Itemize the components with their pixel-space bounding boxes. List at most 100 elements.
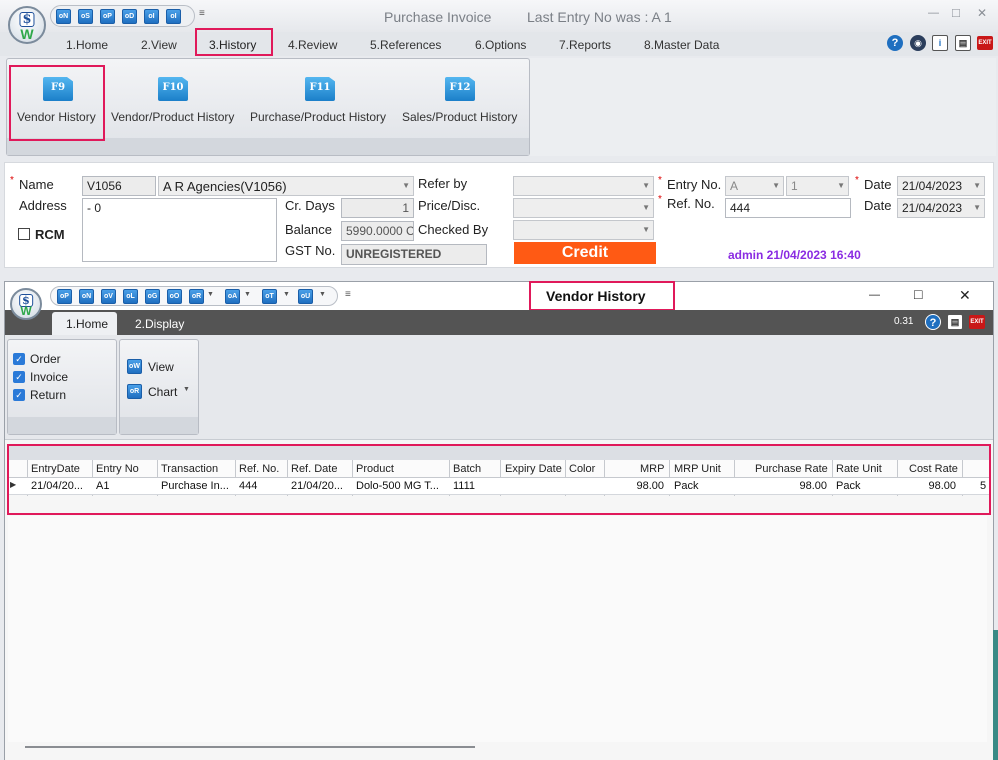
- highlight-history-tab: [195, 28, 273, 56]
- tab-options[interactable]: 6.Options: [475, 38, 526, 52]
- chart-button[interactable]: Chart: [148, 385, 177, 399]
- chevron-down-icon[interactable]: ▼: [283, 291, 290, 298]
- qat-save-icon[interactable]: oS: [78, 9, 93, 24]
- vh-qat-tools-icon[interactable]: oT: [262, 289, 277, 304]
- tab-review[interactable]: 4.Review: [288, 38, 337, 52]
- chevron-down-icon[interactable]: ▼: [642, 181, 650, 190]
- vh-tab-display[interactable]: 2.Display: [135, 317, 184, 331]
- view-icon[interactable]: oW: [127, 359, 142, 374]
- highlight-vh-title: [529, 281, 675, 311]
- f12-icon[interactable]: F12: [445, 77, 475, 101]
- chevron-down-icon[interactable]: ▼: [973, 203, 981, 212]
- sales-product-history-button[interactable]: Sales/Product History: [402, 110, 517, 124]
- vh-qat-list-icon[interactable]: oL: [123, 289, 138, 304]
- chevron-down-icon[interactable]: ▼: [642, 225, 650, 234]
- name-label: Name: [19, 177, 54, 192]
- chevron-down-icon[interactable]: ▼: [244, 291, 251, 298]
- tab-view[interactable]: 2.View: [141, 38, 177, 52]
- close-button[interactable]: ✕: [977, 6, 987, 20]
- date-value: 21/04/2023: [902, 179, 963, 193]
- f11-icon[interactable]: F11: [305, 77, 335, 101]
- right-edge-strip: [993, 630, 998, 760]
- entry-prefix-combo[interactable]: A ▼: [725, 176, 784, 196]
- chevron-down-icon[interactable]: ▼: [207, 291, 214, 298]
- qat-new-icon[interactable]: oN: [56, 9, 71, 24]
- vh-maximize-button[interactable]: □: [914, 286, 922, 302]
- chevron-down-icon[interactable]: ▼: [402, 181, 410, 190]
- vendor-code-field[interactable]: V1056: [82, 176, 156, 196]
- chevron-down-icon[interactable]: ▼: [772, 181, 780, 190]
- window-title: Purchase Invoice: [384, 9, 492, 25]
- tab-reports[interactable]: 7.Reports: [559, 38, 611, 52]
- vh-minimize-button[interactable]: —: [869, 289, 880, 301]
- chevron-down-icon[interactable]: ▼: [837, 181, 845, 190]
- cr-days-field[interactable]: 1: [341, 198, 414, 218]
- vh-qat-print-icon[interactable]: oP: [57, 289, 72, 304]
- qat-info-icon[interactable]: oI: [144, 9, 159, 24]
- qat-info2-icon[interactable]: oI: [166, 9, 181, 24]
- entry-no-combo[interactable]: 1 ▼: [786, 176, 849, 196]
- vh-qat-new-icon[interactable]: oN: [79, 289, 94, 304]
- purchase-product-history-button[interactable]: Purchase/Product History: [250, 110, 386, 124]
- return-label: Return: [30, 388, 67, 402]
- refer-by-combo[interactable]: ▼: [513, 176, 654, 196]
- vh-qat-customize-icon[interactable]: ≡: [345, 289, 351, 300]
- vh-version: 0.31: [894, 316, 914, 327]
- last-entry-text: Last Entry No was : A 1: [527, 9, 672, 25]
- chevron-down-icon[interactable]: ▼: [973, 181, 981, 190]
- qat-print-icon[interactable]: oP: [100, 9, 115, 24]
- horizontal-scrollbar[interactable]: [25, 746, 475, 748]
- info-icon[interactable]: i: [932, 35, 948, 51]
- order-checkbox[interactable]: ✓: [13, 353, 25, 365]
- refer-by-label: Refer by: [418, 176, 468, 191]
- vh-qat-analysis-icon[interactable]: oA: [225, 289, 240, 304]
- calculator-icon[interactable]: ▤: [955, 35, 971, 51]
- invoice-checkbox[interactable]: ✓: [13, 371, 25, 383]
- f10-icon[interactable]: F10: [158, 77, 188, 101]
- tab-master-data[interactable]: 8.Master Data: [644, 38, 719, 52]
- qat-delete-icon[interactable]: oD: [122, 9, 137, 24]
- vh-filter-group-footer: [8, 417, 116, 434]
- vh-exit-icon[interactable]: EXIT: [969, 315, 985, 329]
- qat-customize-icon[interactable]: ≡: [199, 8, 205, 19]
- chart-icon[interactable]: oR: [127, 384, 142, 399]
- chevron-down-icon[interactable]: ▼: [183, 386, 190, 393]
- vh-qat-report-icon[interactable]: oR: [189, 289, 204, 304]
- checked-by-combo[interactable]: ▼: [513, 220, 654, 240]
- vh-help-icon[interactable]: ?: [925, 314, 941, 330]
- return-checkbox[interactable]: ✓: [13, 389, 25, 401]
- chevron-down-icon[interactable]: ▼: [319, 291, 326, 298]
- rcm-checkbox[interactable]: [18, 228, 30, 240]
- ref-no-field[interactable]: 444: [725, 198, 851, 218]
- maximize-button[interactable]: □: [952, 5, 960, 20]
- date-picker[interactable]: 21/04/2023 ▼: [897, 176, 985, 196]
- vh-tab-home-label: 1.Home: [66, 317, 109, 331]
- highlight-vendor-history: [9, 65, 105, 141]
- vh-app-logo[interactable]: $ W: [10, 288, 42, 320]
- vh-qat-options-icon[interactable]: oO: [167, 289, 182, 304]
- address-field[interactable]: - 0: [82, 198, 277, 262]
- entry-prefix-value: A: [730, 179, 739, 193]
- ref-no-label: Ref. No.: [667, 196, 715, 211]
- vh-calculator-icon[interactable]: ▤: [947, 314, 963, 330]
- vh-qat-user-icon[interactable]: oU: [298, 289, 313, 304]
- vendor-product-history-button[interactable]: Vendor/Product History: [111, 110, 234, 124]
- vendor-name-combo[interactable]: A R Agencies(V1056) ▼: [158, 176, 414, 196]
- balance-field: 5990.0000 C: [341, 221, 414, 241]
- exit-icon[interactable]: EXIT: [977, 36, 993, 50]
- chevron-down-icon[interactable]: ▼: [642, 203, 650, 212]
- vh-close-button[interactable]: ✕: [959, 287, 971, 304]
- ref-date-label: Date: [864, 198, 892, 213]
- minimize-button[interactable]: —: [928, 7, 939, 19]
- support-icon[interactable]: ◉: [910, 35, 926, 51]
- vh-qat-grid-icon[interactable]: oG: [145, 289, 160, 304]
- help-icon[interactable]: ?: [887, 35, 903, 51]
- vh-qat-view-icon[interactable]: oV: [101, 289, 116, 304]
- app-logo[interactable]: $ W: [8, 6, 46, 44]
- credit-badge[interactable]: Credit: [514, 242, 656, 264]
- view-button[interactable]: View: [148, 360, 174, 374]
- tab-references[interactable]: 5.References: [370, 38, 441, 52]
- ref-date-picker[interactable]: 21/04/2023 ▼: [897, 198, 985, 218]
- price-disc-combo[interactable]: ▼: [513, 198, 654, 218]
- tab-home[interactable]: 1.Home: [66, 38, 108, 52]
